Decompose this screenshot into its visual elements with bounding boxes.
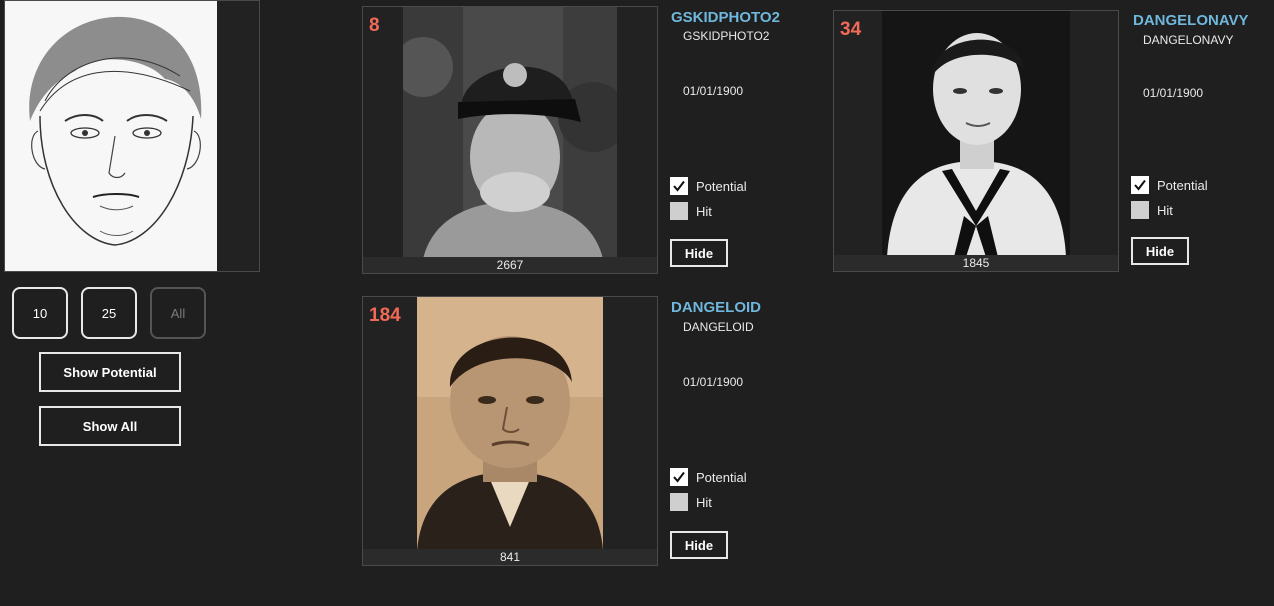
count-10-button[interactable]: 10: [12, 287, 68, 339]
hide-button[interactable]: Hide: [670, 531, 728, 559]
result-photo: [417, 297, 603, 551]
result-rank: 184: [369, 305, 401, 326]
result-score: 1845: [834, 255, 1118, 271]
result-date: 01/01/1900: [683, 84, 744, 98]
result-photo: [403, 7, 617, 259]
hit-checkbox[interactable]: [670, 493, 688, 511]
result-name-link[interactable]: DANGELONAVY: [1133, 12, 1249, 29]
potential-label: Potential: [696, 178, 747, 194]
hit-label: Hit: [696, 494, 712, 510]
result-name-link[interactable]: DANGELOID: [671, 299, 761, 316]
result-subname: DANGELOID: [683, 320, 754, 334]
query-sketch-image: [5, 1, 217, 271]
potential-checkbox-row[interactable]: Potential: [670, 177, 747, 195]
result-subname: GSKIDPHOTO2: [683, 29, 770, 43]
hit-checkbox[interactable]: [1131, 201, 1149, 219]
potential-checkbox[interactable]: [1131, 176, 1149, 194]
result-date: 01/01/1900: [1143, 86, 1204, 100]
result-card[interactable]: 184 841: [362, 296, 658, 566]
check-icon: [673, 471, 685, 483]
result-rank: 34: [840, 19, 862, 40]
result-card[interactable]: 34 1845: [833, 10, 1119, 272]
count-all-button[interactable]: All: [150, 287, 206, 339]
potential-checkbox-row[interactable]: Potential: [1131, 176, 1208, 194]
potential-checkbox[interactable]: [670, 468, 688, 486]
result-date: 01/01/1900: [683, 375, 744, 389]
potential-checkbox-row[interactable]: Potential: [670, 468, 747, 486]
hit-checkbox-row[interactable]: Hit: [1131, 201, 1173, 219]
hit-checkbox-row[interactable]: Hit: [670, 493, 712, 511]
show-potential-button[interactable]: Show Potential: [39, 352, 181, 392]
check-icon: [1134, 179, 1146, 191]
result-name-link[interactable]: GSKIDPHOTO2: [671, 9, 780, 26]
hit-label: Hit: [1157, 202, 1173, 218]
hide-button[interactable]: Hide: [1131, 237, 1189, 265]
potential-checkbox[interactable]: [670, 177, 688, 195]
result-score: 841: [363, 549, 657, 565]
hit-checkbox[interactable]: [670, 202, 688, 220]
potential-label: Potential: [696, 469, 747, 485]
face-match-results-page: 10 25 All Show Potential Show All 8 2667…: [0, 0, 1274, 606]
hit-label: Hit: [696, 203, 712, 219]
show-all-button[interactable]: Show All: [39, 406, 181, 446]
hit-checkbox-row[interactable]: Hit: [670, 202, 712, 220]
result-rank: 8: [369, 15, 380, 36]
result-card[interactable]: 8 2667: [362, 6, 658, 274]
result-score: 2667: [363, 257, 657, 273]
query-sketch-panel: [4, 0, 260, 272]
hide-button[interactable]: Hide: [670, 239, 728, 267]
check-icon: [673, 180, 685, 192]
potential-label: Potential: [1157, 177, 1208, 193]
result-photo: [882, 11, 1070, 257]
count-25-button[interactable]: 25: [81, 287, 137, 339]
result-subname: DANGELONAVY: [1143, 33, 1234, 47]
